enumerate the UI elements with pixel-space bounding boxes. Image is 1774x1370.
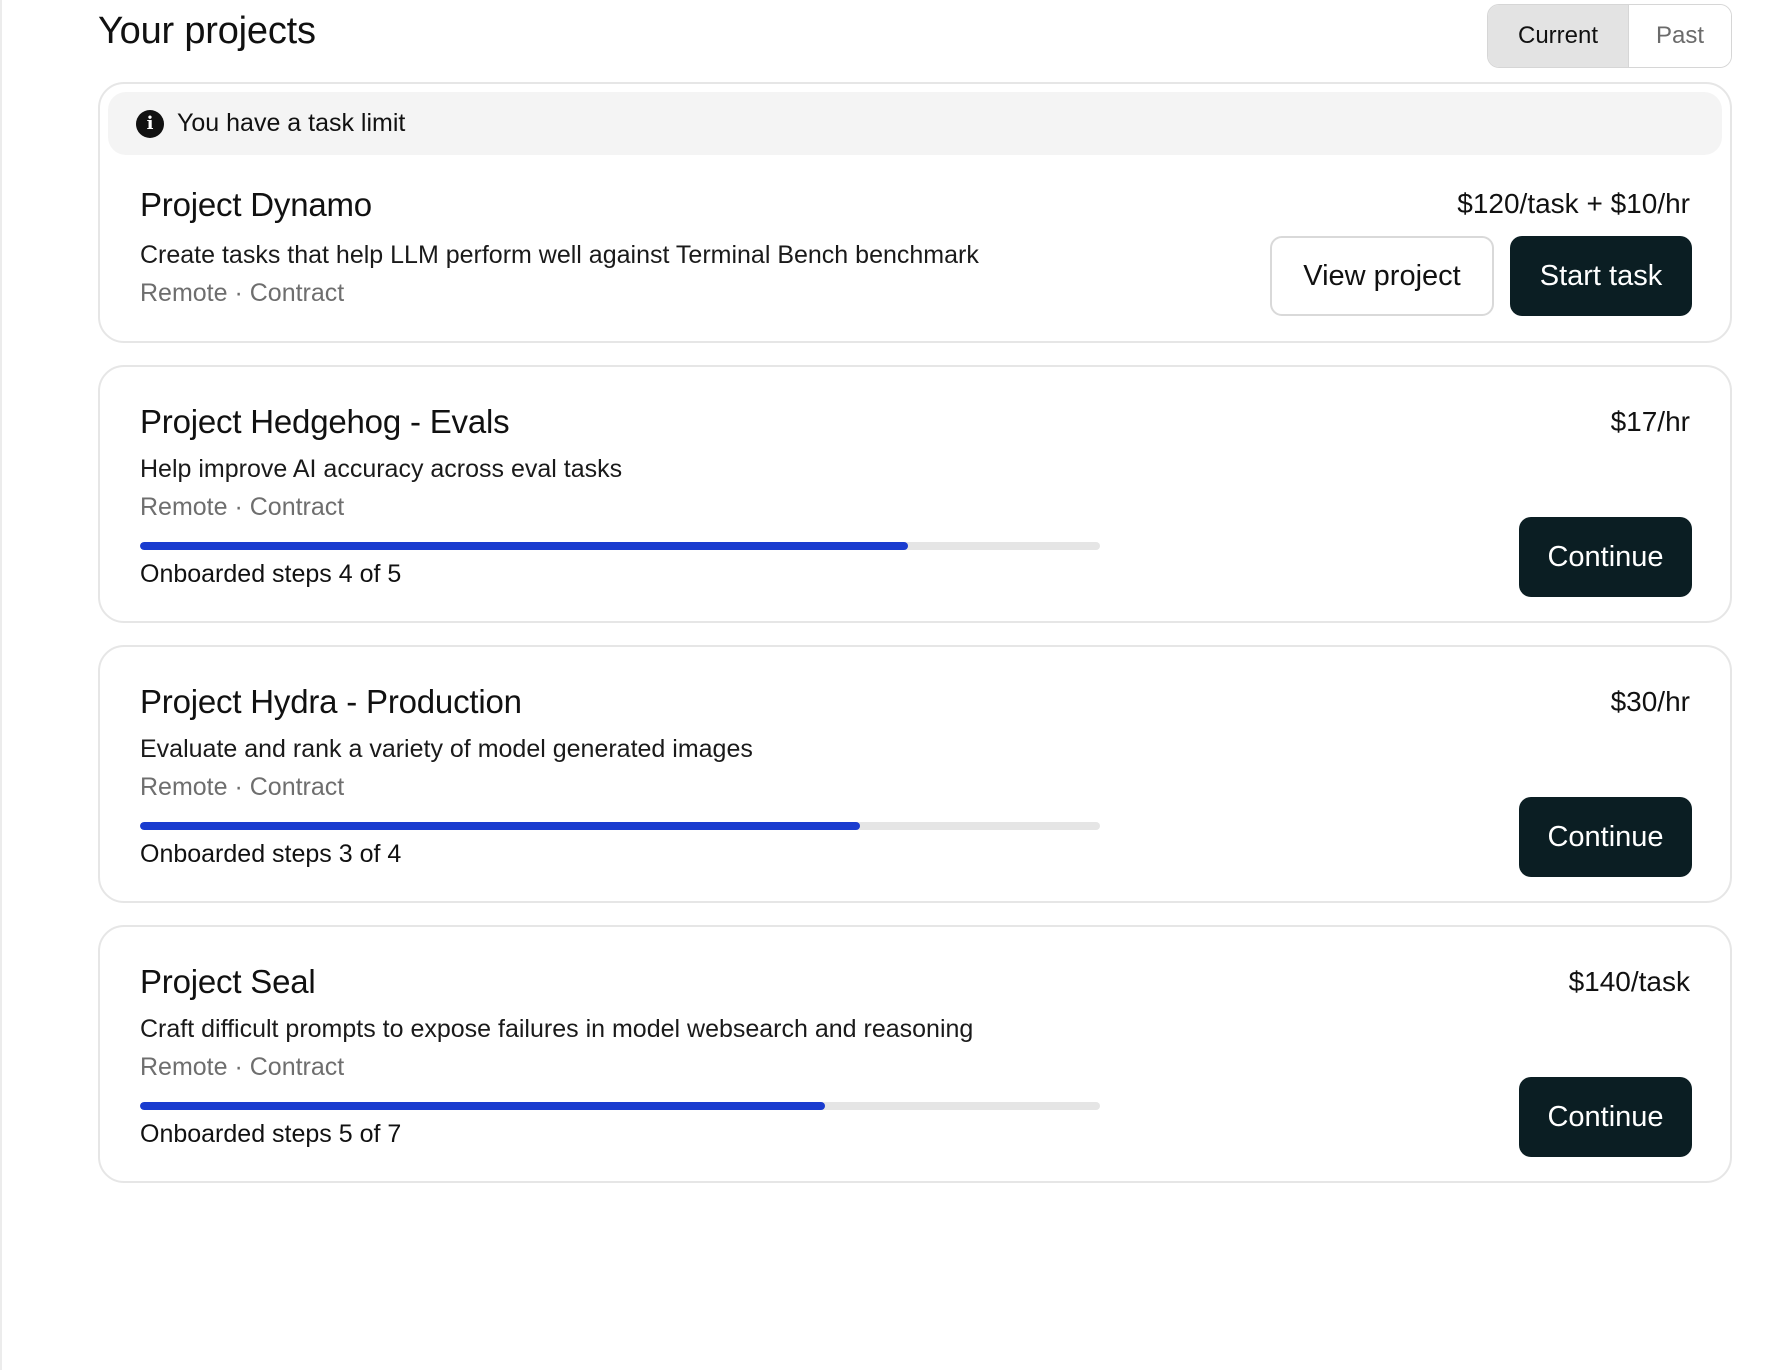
- project-filter-toggle: Current Past: [1487, 4, 1732, 68]
- project-rate: $120/task + $10/hr: [1457, 188, 1690, 219]
- info-icon: i: [136, 109, 164, 138]
- project-name: Project Seal: [140, 963, 316, 1000]
- task-limit-notice: i You have a task limit: [108, 92, 1722, 155]
- continue-button[interactable]: Continue: [1519, 1077, 1692, 1157]
- project-rate: $140/task: [1568, 966, 1690, 997]
- onboarding-progress-bar: [140, 542, 1100, 550]
- continue-button[interactable]: Continue: [1519, 517, 1692, 597]
- projects-page: Your projects Current Past i You have a …: [0, 0, 1774, 1370]
- project-description: Help improve AI accuracy across eval tas…: [140, 455, 623, 483]
- project-description: Craft difficult prompts to expose failur…: [140, 1015, 974, 1043]
- tab-current[interactable]: Current: [1488, 5, 1629, 67]
- project-card-seal: Project Seal $140/task Craft difficult p…: [98, 925, 1732, 1183]
- project-name: Project Hydra - Production: [140, 683, 522, 720]
- project-meta: Remote · Contract: [140, 279, 345, 307]
- onboarding-progress-fill: [140, 542, 908, 550]
- notice-text: You have a task limit: [177, 109, 406, 137]
- project-description: Evaluate and rank a variety of model gen…: [140, 735, 753, 763]
- project-rate: $30/hr: [1610, 686, 1690, 717]
- start-task-button[interactable]: Start task: [1510, 236, 1692, 316]
- project-name: Project Hedgehog - Evals: [140, 403, 510, 440]
- onboarding-progress-label: Onboarded steps 4 of 5: [140, 560, 402, 588]
- project-card-hedgehog: Project Hedgehog - Evals $17/hr Help imp…: [98, 365, 1732, 623]
- project-description: Create tasks that help LLM perform well …: [140, 241, 979, 269]
- onboarding-progress-bar: [140, 1102, 1100, 1110]
- onboarding-progress-fill: [140, 1102, 826, 1110]
- project-card-hydra: Project Hydra - Production $30/hr Evalua…: [98, 645, 1732, 903]
- continue-button[interactable]: Continue: [1519, 797, 1692, 877]
- onboarding-progress-bar: [140, 822, 1100, 830]
- project-meta: Remote · Contract: [140, 1053, 345, 1081]
- page-title: Your projects: [98, 10, 316, 52]
- project-card-dynamo: i You have a task limit Project Dynamo $…: [98, 82, 1732, 343]
- onboarding-progress-label: Onboarded steps 5 of 7: [140, 1120, 402, 1148]
- project-meta: Remote · Contract: [140, 493, 345, 521]
- view-project-button[interactable]: View project: [1270, 236, 1494, 316]
- project-meta: Remote · Contract: [140, 773, 345, 801]
- onboarding-progress-label: Onboarded steps 3 of 4: [140, 840, 402, 868]
- tab-past[interactable]: Past: [1629, 5, 1731, 67]
- project-rate: $17/hr: [1610, 406, 1690, 437]
- onboarding-progress-fill: [140, 822, 860, 830]
- page-header: Your projects Current Past: [98, 0, 1732, 70]
- project-name: Project Dynamo: [140, 186, 372, 223]
